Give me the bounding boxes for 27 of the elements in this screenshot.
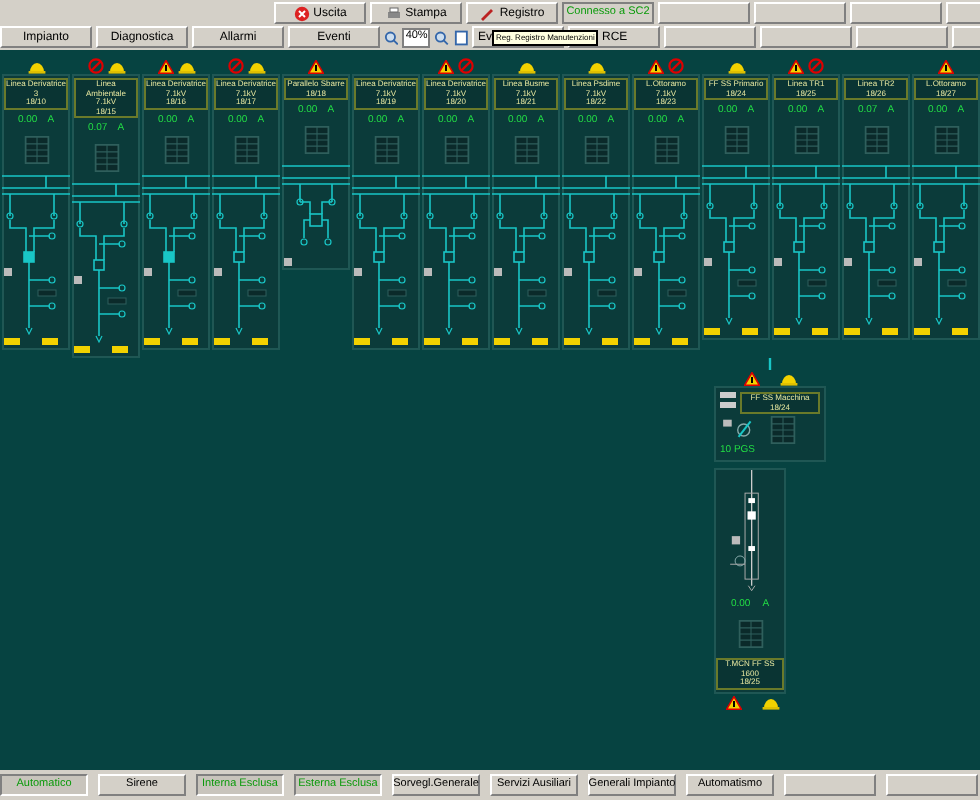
- status-grid-icon: [93, 144, 119, 172]
- status-grid-icon: [653, 135, 679, 163]
- empty-button[interactable]: [658, 2, 750, 24]
- status-grid-icon: [23, 135, 49, 163]
- status-grid-icon: [737, 620, 763, 648]
- status-grid-icon: [233, 135, 259, 163]
- status-grid-icon: [163, 135, 189, 163]
- status-grid-icon: [933, 126, 959, 154]
- status-grid-icon: [443, 135, 469, 163]
- status-grid-icon: [303, 126, 329, 154]
- empty-button[interactable]: [760, 26, 852, 48]
- close-icon: [293, 5, 310, 21]
- status-grid-icon: [723, 126, 749, 154]
- status-grid-icon: [513, 135, 539, 163]
- status-grid-icon: [863, 126, 889, 154]
- zoom-in-icon[interactable]: [384, 29, 399, 45]
- zoom-out-icon[interactable]: [434, 29, 450, 45]
- page-icon[interactable]: [453, 29, 468, 45]
- empty-button[interactable]: [856, 26, 948, 48]
- printer-icon: [385, 5, 402, 21]
- status-grid-icon: [373, 135, 399, 163]
- feeder-line-drawing: [766, 358, 774, 370]
- status-grid-icon: [583, 135, 609, 163]
- status-grid-icon: [793, 126, 819, 154]
- empty-button[interactable]: [850, 2, 942, 24]
- pen-icon: [479, 5, 496, 21]
- empty-button[interactable]: [754, 2, 846, 24]
